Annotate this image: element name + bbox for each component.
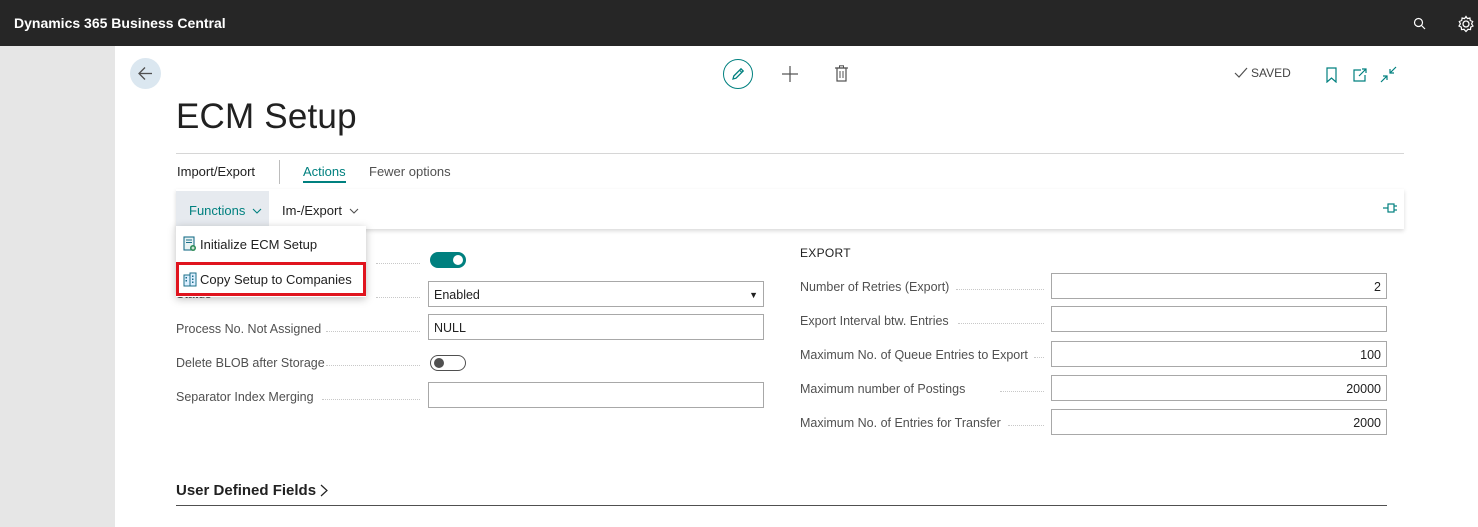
search-icon[interactable] xyxy=(1412,16,1428,32)
initialize-setup-icon xyxy=(183,236,196,251)
process-no-label: Process No. Not Assigned xyxy=(176,322,322,336)
retries-input[interactable]: 2 xyxy=(1051,273,1387,299)
separator-index-label: Separator Index Merging xyxy=(176,390,314,404)
menu-item-initialize-ecm-setup[interactable]: Initialize ECM Setup xyxy=(176,227,366,261)
max-postings-input[interactable]: 20000 xyxy=(1051,375,1387,401)
pencil-icon xyxy=(732,67,745,80)
arrow-left-icon xyxy=(138,67,152,80)
saved-label: SAVED xyxy=(1251,66,1291,80)
functions-dropdown: Initialize ECM Setup Copy Setup to Compa… xyxy=(176,226,366,297)
status-select[interactable]: Enabled ▼ xyxy=(428,281,764,307)
open-new-window-button[interactable] xyxy=(1352,67,1368,83)
max-entries-transfer-label: Maximum No. of Entries for Transfer xyxy=(800,416,1001,430)
menu-item-label: Initialize ECM Setup xyxy=(200,237,318,252)
tab-import-export[interactable]: Import/Export xyxy=(177,164,255,179)
menu-item-copy-setup-to-companies[interactable]: Copy Setup to Companies xyxy=(176,262,366,296)
retries-value: 2 xyxy=(1374,280,1381,294)
checkmark-icon xyxy=(1234,67,1248,78)
chevron-down-icon xyxy=(349,208,358,214)
functions-label: Functions xyxy=(189,203,246,218)
field-dots xyxy=(1034,357,1044,358)
separator-index-input[interactable] xyxy=(428,382,764,408)
field-dots xyxy=(1000,391,1044,392)
max-queue-entries-value: 100 xyxy=(1360,348,1381,362)
tab-fewer-options[interactable]: Fewer options xyxy=(369,164,451,179)
user-defined-fields-header[interactable]: User Defined Fields xyxy=(176,482,328,499)
delete-blob-toggle[interactable] xyxy=(430,355,466,371)
field-dots xyxy=(322,399,420,400)
process-no-value: NULL xyxy=(434,321,466,335)
imexport-menu-button[interactable]: Im-/Export xyxy=(282,203,359,218)
pin-icon[interactable] xyxy=(1382,201,1398,215)
delete-blob-label: Delete BLOB after Storage xyxy=(176,356,325,370)
max-queue-entries-label: Maximum No. of Queue Entries to Export xyxy=(800,348,1028,362)
tab-actions[interactable]: Actions xyxy=(303,164,346,183)
max-entries-transfer-value: 2000 xyxy=(1353,416,1381,430)
functions-menu-button[interactable]: Functions xyxy=(176,191,269,229)
collapse-button[interactable] xyxy=(1380,66,1397,83)
export-section-header: EXPORT xyxy=(800,246,851,260)
max-queue-entries-input[interactable]: 100 xyxy=(1051,341,1387,367)
dropdown-arrow-icon: ▼ xyxy=(749,290,758,300)
edit-button[interactable] xyxy=(723,59,753,89)
field-dots xyxy=(958,323,1044,324)
tab-separator xyxy=(279,160,280,184)
chevron-right-icon xyxy=(320,484,328,497)
field-dots xyxy=(956,289,1044,290)
enabled-toggle[interactable] xyxy=(430,252,466,268)
field-dots xyxy=(376,263,420,264)
saved-status: SAVED xyxy=(1234,66,1291,80)
retries-label: Number of Retries (Export) xyxy=(800,280,950,294)
process-no-input[interactable]: NULL xyxy=(428,314,764,340)
max-postings-label: Maximum number of Postings xyxy=(800,382,966,396)
app-title[interactable]: Dynamics 365 Business Central xyxy=(14,15,226,31)
export-interval-input[interactable] xyxy=(1051,306,1387,332)
page-title: ECM Setup xyxy=(176,97,357,136)
user-defined-fields-label: User Defined Fields xyxy=(176,482,317,499)
export-interval-label: Export Interval btw. Entries xyxy=(800,314,949,328)
status-value: Enabled xyxy=(434,288,480,302)
gear-icon[interactable] xyxy=(1456,14,1476,34)
max-postings-value: 20000 xyxy=(1346,382,1381,396)
menu-item-label: Copy Setup to Companies xyxy=(200,272,352,287)
section-divider xyxy=(176,505,1387,506)
field-dots xyxy=(326,365,420,366)
new-button[interactable] xyxy=(781,65,799,83)
chevron-down-icon xyxy=(252,208,262,214)
copy-companies-icon xyxy=(183,272,197,287)
imexport-label: Im-/Export xyxy=(282,203,342,218)
delete-button[interactable] xyxy=(834,65,849,82)
top-bar: Dynamics 365 Business Central xyxy=(0,0,1478,46)
title-divider xyxy=(176,153,1404,154)
bookmark-button[interactable] xyxy=(1325,67,1338,83)
action-ribbon: Functions Im-/Export xyxy=(176,189,1404,229)
field-dots xyxy=(1008,425,1044,426)
back-button[interactable] xyxy=(130,58,161,89)
field-dots xyxy=(376,297,420,298)
field-dots xyxy=(326,331,420,332)
max-entries-transfer-input[interactable]: 2000 xyxy=(1051,409,1387,435)
